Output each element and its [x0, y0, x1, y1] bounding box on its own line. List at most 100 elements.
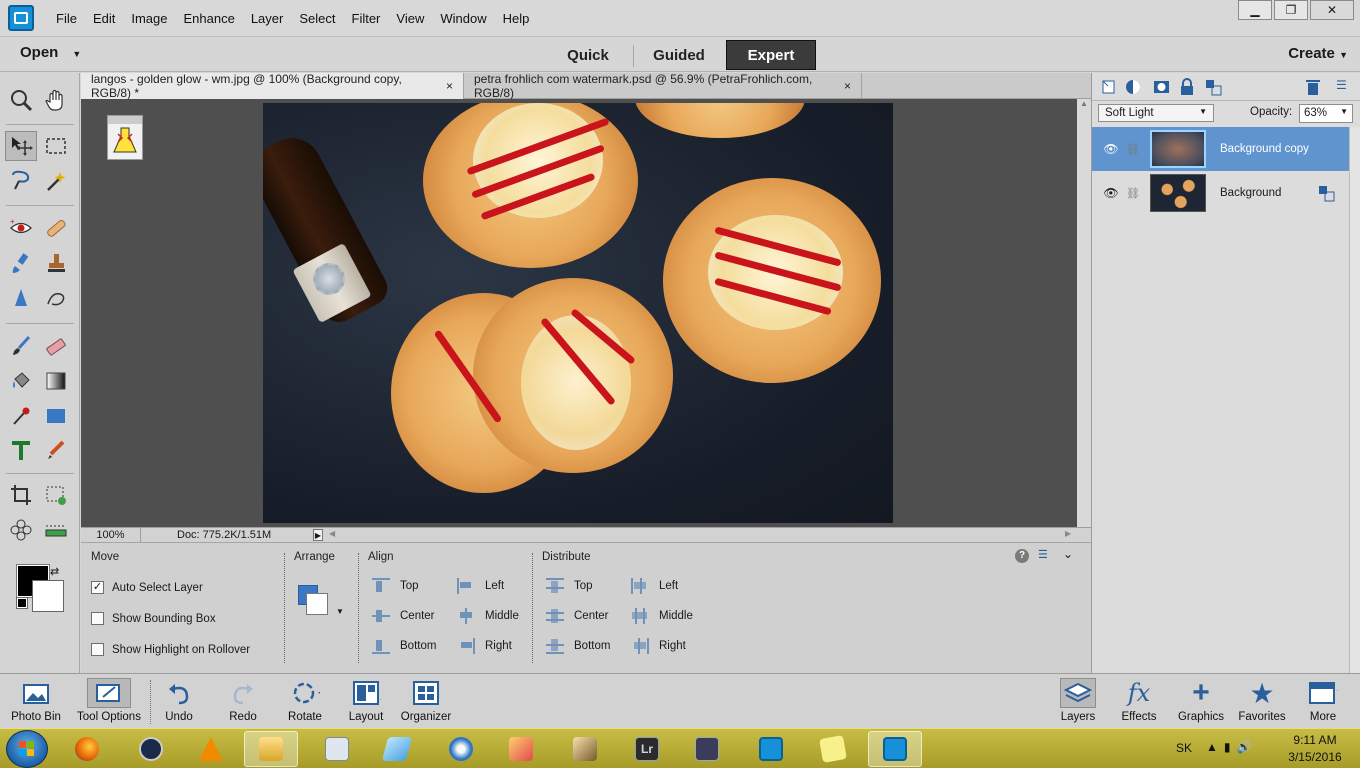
distribute-left-button[interactable]: Left	[631, 578, 678, 594]
tab-expert[interactable]: Expert	[726, 40, 816, 70]
crop-tool[interactable]	[5, 480, 37, 510]
layout-button[interactable]: Layout	[344, 678, 388, 728]
show-highlight-checkbox[interactable]: Show Highlight on Rollover	[91, 643, 250, 656]
canvas-vertical-scrollbar[interactable]: ▲	[1077, 99, 1091, 527]
link-layer-icon[interactable]: ⛓	[1126, 143, 1140, 156]
menu-help[interactable]: Help	[495, 11, 538, 26]
taskbar-sticky-notes[interactable]	[806, 731, 860, 767]
tab-guided[interactable]: Guided	[634, 40, 724, 70]
menu-layer[interactable]: Layer	[243, 11, 292, 26]
maximize-button[interactable]: ❐	[1274, 0, 1308, 20]
taskbar-app-glass[interactable]	[370, 731, 424, 767]
tool-options-button[interactable]: Tool Options	[72, 678, 146, 728]
rectangular-marquee-tool[interactable]	[40, 131, 72, 161]
visibility-eye-icon[interactable]: 👁	[1100, 186, 1122, 200]
effects-button[interactable]: fx Effects	[1117, 678, 1161, 728]
menu-edit[interactable]: Edit	[85, 11, 123, 26]
adjustment-layer-icon[interactable]	[1124, 78, 1142, 96]
align-center-button[interactable]: Center	[372, 608, 435, 624]
layers-button[interactable]: Layers	[1056, 678, 1100, 728]
create-button[interactable]: Create ▼	[1288, 45, 1348, 62]
background-color-swatch[interactable]	[32, 580, 64, 612]
taskbar-thunderbird[interactable]	[434, 731, 488, 767]
clock-date[interactable]: 3/15/2016	[1286, 750, 1344, 764]
rotate-button[interactable]: Rotate	[282, 678, 328, 728]
document-tab-watermark[interactable]: petra frohlich com watermark.psd @ 56.9%…	[464, 72, 862, 100]
layer-name[interactable]: Background copy	[1220, 143, 1309, 155]
zoom-level[interactable]: 100%	[81, 528, 141, 542]
visibility-eye-icon[interactable]: 👁	[1100, 142, 1122, 156]
eraser-tool[interactable]	[40, 331, 72, 361]
auto-select-layer-checkbox[interactable]: ✓ Auto Select Layer	[91, 581, 203, 594]
cookie-cutter-tool[interactable]	[5, 515, 37, 545]
organizer-button[interactable]: Organizer	[398, 678, 454, 728]
taskbar-app-photos[interactable]	[494, 731, 548, 767]
trash-icon[interactable]	[1304, 78, 1322, 96]
menu-filter[interactable]: Filter	[344, 11, 389, 26]
taskbar-photoshop-elements-alt[interactable]	[744, 731, 798, 767]
lock-icon[interactable]	[1178, 78, 1196, 96]
magic-wand-tool[interactable]	[40, 166, 72, 196]
document-image[interactable]	[263, 103, 893, 523]
checkbox[interactable]	[91, 612, 104, 625]
status-menu-arrow-icon[interactable]: ▶	[313, 529, 323, 541]
start-button[interactable]	[6, 730, 48, 768]
help-icon[interactable]: ?	[1015, 549, 1029, 563]
close-tab-icon[interactable]: ×	[446, 79, 453, 93]
menu-image[interactable]: Image	[123, 11, 175, 26]
signal-icon[interactable]: ▮	[1224, 740, 1237, 754]
undo-button[interactable]: Undo	[159, 678, 199, 728]
scroll-right-icon[interactable]: ▶	[1065, 529, 1071, 538]
show-bounding-box-checkbox[interactable]: Show Bounding Box	[91, 612, 216, 625]
chevron-down-icon[interactable]: ▼	[1340, 107, 1348, 120]
straighten-tool[interactable]	[40, 515, 72, 545]
lasso-tool[interactable]	[5, 166, 37, 196]
photoshop-elements-app-icon[interactable]	[8, 5, 34, 31]
more-button[interactable]: More	[1300, 678, 1346, 728]
zoom-tool[interactable]	[5, 85, 37, 115]
taskbar-vpn[interactable]	[124, 731, 178, 767]
checkbox[interactable]: ✓	[91, 581, 104, 594]
options-menu-icon[interactable]: ☰	[1038, 548, 1048, 561]
close-window-button[interactable]: ✕	[1310, 0, 1354, 20]
distribute-bottom-button[interactable]: Bottom	[546, 638, 610, 654]
taskbar-lightroom[interactable]: Lr	[620, 731, 674, 767]
lock-transparency-icon[interactable]	[1204, 78, 1222, 96]
eyedropper-tool[interactable]	[5, 401, 37, 431]
opacity-input[interactable]: 63% ▼	[1299, 104, 1353, 123]
redo-button[interactable]: Redo	[223, 678, 263, 728]
panel-menu-icon[interactable]: ☰	[1336, 78, 1347, 92]
taskbar-firefox[interactable]	[60, 731, 114, 767]
type-tool[interactable]	[5, 435, 37, 465]
distribute-top-button[interactable]: Top	[546, 578, 593, 594]
default-colors-icon[interactable]	[16, 597, 28, 609]
menu-enhance[interactable]: Enhance	[176, 11, 243, 26]
photo-bin-button[interactable]: Photo Bin	[8, 678, 64, 728]
taskbar-video-editor[interactable]	[680, 731, 734, 767]
system-tray-icons[interactable]: ▲▮🔊	[1206, 740, 1257, 754]
graphics-button[interactable]: + Graphics	[1176, 676, 1226, 728]
layer-mask-icon[interactable]	[1152, 78, 1170, 96]
distribute-center-button[interactable]: Center	[546, 608, 609, 624]
scroll-left-icon[interactable]: ◀	[329, 529, 335, 538]
blend-mode-select[interactable]: Soft Light ▼	[1098, 104, 1214, 122]
image-layer-thumbnail[interactable]	[107, 115, 143, 160]
layers-scrollbar[interactable]	[1349, 127, 1360, 673]
menu-view[interactable]: View	[388, 11, 432, 26]
tray-expand-icon[interactable]: ▲	[1206, 740, 1224, 754]
move-tool[interactable]	[5, 131, 37, 161]
distribute-right-button[interactable]: Right	[631, 638, 686, 654]
red-eye-tool[interactable]: +	[5, 213, 37, 243]
language-indicator[interactable]: SK	[1176, 741, 1192, 755]
align-right-button[interactable]: Right	[457, 638, 512, 654]
close-tab-icon[interactable]: ×	[844, 79, 851, 93]
smudge-tool[interactable]	[40, 283, 72, 313]
link-layer-icon[interactable]: ⛓	[1126, 187, 1140, 200]
collapse-chevron-icon[interactable]: ⌄	[1063, 547, 1073, 561]
pencil-tool[interactable]	[40, 435, 72, 465]
healing-brush-tool[interactable]	[40, 213, 72, 243]
menu-file[interactable]: File	[48, 11, 85, 26]
hand-tool[interactable]	[40, 85, 72, 115]
align-bottom-button[interactable]: Bottom	[372, 638, 436, 654]
tab-quick[interactable]: Quick	[543, 40, 633, 70]
